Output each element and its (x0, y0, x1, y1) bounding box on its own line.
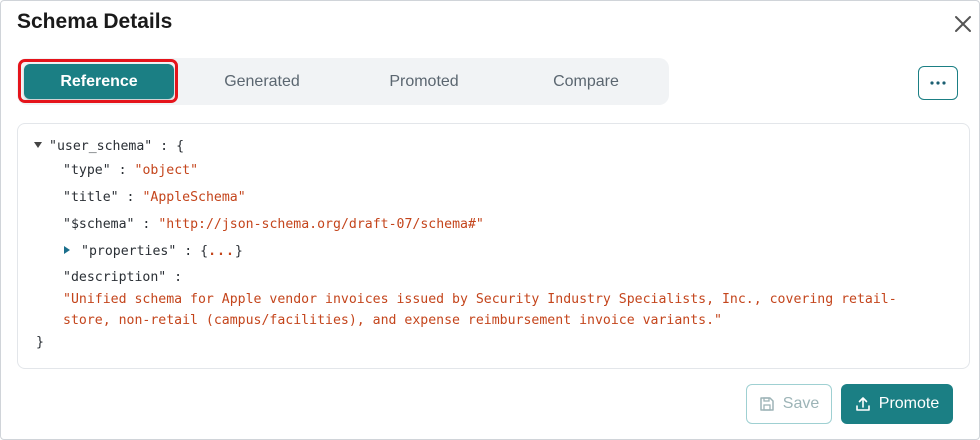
tab-reference[interactable]: Reference (24, 64, 174, 99)
separator: : (174, 270, 183, 285)
close-brace: } (234, 244, 243, 259)
type-line: "type" : "object" (63, 161, 198, 181)
tab-compare[interactable]: Compare (511, 64, 661, 99)
close-button[interactable] (949, 10, 977, 38)
save-button[interactable]: Save (746, 384, 832, 424)
schema-details-dialog: Schema Details Reference Generated Promo… (0, 0, 980, 440)
title-line: "title" : "AppleSchema" (63, 188, 246, 208)
description-key-line: "description" : (63, 268, 182, 288)
separator: : (142, 217, 151, 232)
separator: : (184, 244, 193, 259)
save-label: Save (782, 395, 820, 412)
type-key: "type" (63, 163, 111, 178)
description-value: "Unified schema for Apple vendor invoice… (63, 292, 897, 328)
open-brace: { (200, 244, 209, 259)
title-value: "AppleSchema" (142, 190, 246, 205)
type-value: "object" (134, 163, 199, 178)
upload-icon (855, 397, 870, 411)
closing-brace-line: } (36, 333, 44, 353)
schema-line: "$schema" : "http://json-schema.org/draf… (63, 215, 484, 235)
more-horizontal-icon (930, 81, 946, 85)
properties-line: "properties" : {...} (64, 242, 243, 262)
tab-promoted[interactable]: Promoted (349, 64, 499, 99)
more-options-button[interactable] (918, 66, 958, 100)
title-key: "title" (63, 190, 119, 205)
promote-label: Promote (878, 395, 940, 412)
tab-bar: Reference Generated Promoted Compare (17, 58, 669, 105)
schema-key: "$schema" (63, 217, 135, 232)
schema-value: "http://json-schema.org/draft-07/schema#… (158, 217, 484, 232)
close-brace: } (36, 335, 44, 350)
description-key: "description" (63, 270, 167, 285)
save-icon (760, 397, 774, 411)
promote-button[interactable]: Promote (841, 384, 953, 424)
expand-caret-icon[interactable] (64, 246, 70, 254)
separator: : (118, 163, 127, 178)
separator: : (160, 139, 169, 154)
separator: : (126, 190, 135, 205)
root-line: "user_schema" : { (34, 137, 184, 157)
properties-key: "properties" (81, 244, 177, 259)
collapse-caret-icon[interactable] (34, 142, 42, 148)
close-icon (955, 16, 971, 32)
schema-json-viewer: "user_schema" : { "type" : "object" "tit… (17, 123, 970, 369)
root-key: "user_schema" (49, 139, 153, 154)
dialog-title: Schema Details (17, 10, 173, 33)
tab-generated[interactable]: Generated (187, 64, 337, 99)
collapsed-properties-ellipsis[interactable]: ... (208, 244, 235, 259)
open-brace: { (176, 139, 185, 154)
